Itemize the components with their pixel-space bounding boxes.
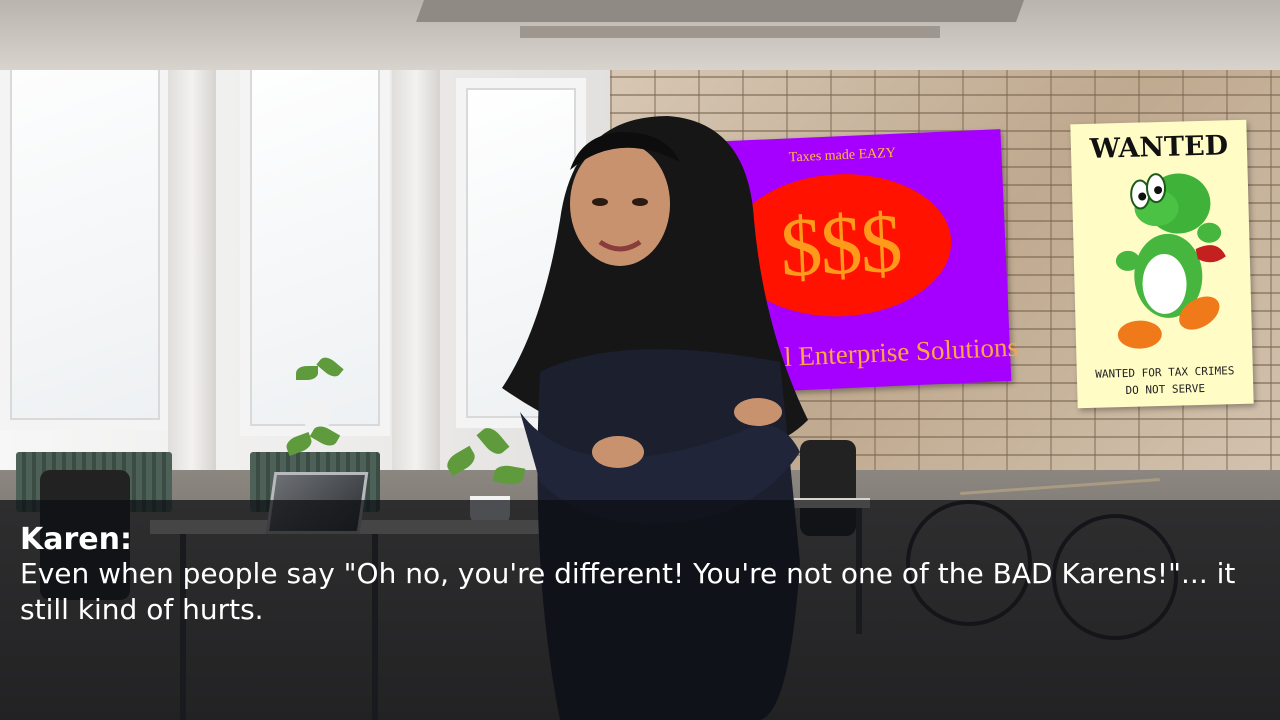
game-scene: Taxes made EAZY $$$ l Enterprise Solutio…: [0, 0, 1280, 720]
speaker-name: Karen:: [20, 522, 132, 557]
wanted-poster: WANTED WANTED FOR TAX CRIMES DO NOT SERV…: [1070, 119, 1254, 409]
pillar: [168, 0, 216, 470]
dialogue-box[interactable]: Karen: Even when people say "Oh no, you'…: [0, 500, 1280, 720]
pillar: [392, 0, 440, 470]
ceiling-beam: [415, 0, 1025, 22]
dialogue-text: Even when people say "Oh no, you're diff…: [20, 557, 1236, 626]
ceiling-beam: [520, 26, 940, 38]
wanted-title: WANTED: [1089, 130, 1229, 165]
wanted-caption: WANTED FOR TAX CRIMES DO NOT SERVE: [1077, 362, 1254, 401]
plant-leaf: [296, 366, 318, 380]
yoshi-icon: [1115, 173, 1226, 349]
